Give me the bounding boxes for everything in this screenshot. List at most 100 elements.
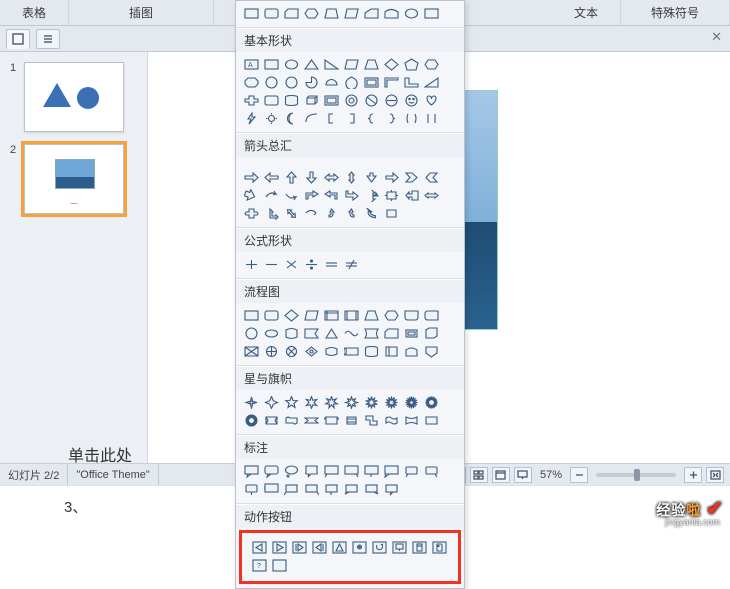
view-slideshow-icon[interactable]: [514, 467, 532, 483]
shape-smiley[interactable]: [401, 91, 421, 109]
shape-neq[interactable]: [341, 255, 361, 273]
flow-shape-2[interactable]: [281, 306, 301, 324]
flow-shape-0[interactable]: [241, 306, 261, 324]
callout-shape-15[interactable]: [341, 480, 361, 498]
shape-moon[interactable]: [281, 109, 301, 127]
flow-shape-21[interactable]: [261, 342, 281, 360]
shape-heart[interactable]: [421, 91, 441, 109]
shape-dodec[interactable]: [281, 73, 301, 91]
action-button-6[interactable]: [369, 538, 389, 556]
shape-tear[interactable]: [341, 73, 361, 91]
flow-shape-9[interactable]: [421, 306, 441, 324]
shape-lbracket[interactable]: [321, 109, 341, 127]
shape-div[interactable]: [301, 255, 321, 273]
flow-shape-18[interactable]: [401, 324, 421, 342]
arrow-shape-0[interactable]: [241, 168, 261, 186]
shape-mult[interactable]: [281, 255, 301, 273]
shape-tri[interactable]: [301, 55, 321, 73]
callout-shape-11[interactable]: [261, 480, 281, 498]
ribbon-group-special[interactable]: 特殊符号: [621, 0, 730, 25]
zoom-slider[interactable]: [596, 473, 676, 477]
star-shape-5[interactable]: [341, 393, 361, 411]
star-shape-2[interactable]: [281, 393, 301, 411]
shape-snip[interactable]: [281, 4, 301, 22]
callout-shape-0[interactable]: [241, 462, 261, 480]
arrow-shape-23[interactable]: [301, 204, 321, 222]
callout-shape-9[interactable]: [421, 462, 441, 480]
shape-frame[interactable]: [361, 73, 381, 91]
shape-cube[interactable]: [301, 91, 321, 109]
star-shape-12[interactable]: [281, 411, 301, 429]
flow-shape-17[interactable]: [381, 324, 401, 342]
arrow-shape-13[interactable]: [301, 186, 321, 204]
shape-diag[interactable]: [361, 4, 381, 22]
shape-halfframe[interactable]: [381, 73, 401, 91]
flow-shape-11[interactable]: [261, 324, 281, 342]
arrow-shape-25[interactable]: [341, 204, 361, 222]
shape-rbracket[interactable]: [341, 109, 361, 127]
shape-dbracket[interactable]: [421, 109, 441, 127]
arrow-shape-3[interactable]: [301, 168, 321, 186]
arrow-shape-14[interactable]: [321, 186, 341, 204]
flow-shape-12[interactable]: [281, 324, 301, 342]
flow-shape-14[interactable]: [321, 324, 341, 342]
star-shape-1[interactable]: [261, 393, 281, 411]
shape-dec[interactable]: [261, 73, 281, 91]
shape-eq[interactable]: [321, 255, 341, 273]
shape-rtri[interactable]: [321, 55, 341, 73]
arrow-shape-27[interactable]: [381, 204, 401, 222]
ribbon-group-table[interactable]: 表格: [0, 0, 69, 25]
shape-para2[interactable]: [341, 55, 361, 73]
flow-shape-25[interactable]: [341, 342, 361, 360]
shape-plus[interactable]: [241, 255, 261, 273]
shape-textbox[interactable]: A: [241, 55, 261, 73]
arrow-shape-2[interactable]: [281, 168, 301, 186]
star-shape-10[interactable]: [241, 411, 261, 429]
arrow-shape-17[interactable]: [381, 186, 401, 204]
action-button-5[interactable]: [349, 538, 369, 556]
star-shape-0[interactable]: [241, 393, 261, 411]
arrow-shape-11[interactable]: [261, 186, 281, 204]
action-button-3[interactable]: [309, 538, 329, 556]
flow-shape-19[interactable]: [421, 324, 441, 342]
shape-can[interactable]: [281, 91, 301, 109]
shape-minus[interactable]: [261, 255, 281, 273]
shape-card[interactable]: [421, 4, 441, 22]
flow-shape-22[interactable]: [281, 342, 301, 360]
action-button-8[interactable]: [409, 538, 429, 556]
callout-shape-7[interactable]: [381, 462, 401, 480]
callout-shape-16[interactable]: [361, 480, 381, 498]
shape-block[interactable]: [381, 91, 401, 109]
tab-slides-icon[interactable]: [6, 29, 30, 49]
flow-shape-16[interactable]: [361, 324, 381, 342]
shape-hex[interactable]: [301, 4, 321, 22]
shape-arch[interactable]: [381, 4, 401, 22]
arrow-shape-19[interactable]: [421, 186, 441, 204]
shape-diag2[interactable]: [421, 73, 441, 91]
star-shape-9[interactable]: [421, 393, 441, 411]
action-button-2[interactable]: [289, 538, 309, 556]
arrow-shape-6[interactable]: [361, 168, 381, 186]
arrow-shape-26[interactable]: [361, 204, 381, 222]
shape-roundrect[interactable]: [261, 4, 281, 22]
shape-plaque[interactable]: [261, 91, 281, 109]
star-shape-16[interactable]: [361, 411, 381, 429]
zoom-out-icon[interactable]: [570, 467, 588, 483]
flow-shape-7[interactable]: [381, 306, 401, 324]
shape-arc[interactable]: [301, 109, 321, 127]
action-button-9[interactable]: [429, 538, 449, 556]
shape-dbrace[interactable]: [401, 109, 421, 127]
star-shape-14[interactable]: [321, 411, 341, 429]
arrow-shape-5[interactable]: [341, 168, 361, 186]
shape-lshape[interactable]: [401, 73, 421, 91]
star-shape-3[interactable]: [301, 393, 321, 411]
shape-bevel[interactable]: [321, 91, 341, 109]
tab-outline-icon[interactable]: [36, 29, 60, 49]
arrow-shape-7[interactable]: [381, 168, 401, 186]
flow-shape-6[interactable]: [361, 306, 381, 324]
arrow-shape-16[interactable]: [361, 186, 381, 204]
view-sorter-icon[interactable]: [470, 467, 488, 483]
arrow-shape-1[interactable]: [261, 168, 281, 186]
callout-shape-6[interactable]: [361, 462, 381, 480]
callout-shape-13[interactable]: [301, 480, 321, 498]
